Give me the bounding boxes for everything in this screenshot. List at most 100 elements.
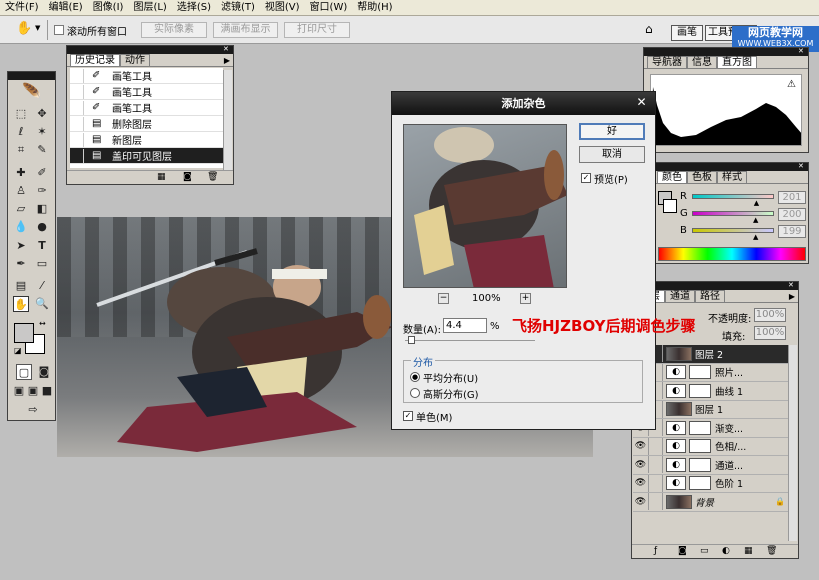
history-brush-source-box[interactable] — [70, 100, 84, 115]
color-spectrum-bar[interactable] — [658, 247, 806, 261]
history-item[interactable]: ✐ 画笔工具 — [70, 84, 223, 100]
brush-tool-icon[interactable]: ✐ — [34, 165, 50, 181]
history-item[interactable]: ▤ 删除图层 — [70, 116, 223, 132]
color-channel-slider[interactable] — [692, 211, 774, 216]
visibility-eye-icon[interactable]: 👁 — [633, 478, 648, 488]
history-item[interactable]: ▤ 盖印可见图层 — [70, 148, 223, 164]
uniform-radio[interactable]: ● — [410, 372, 420, 382]
type-tool-icon[interactable]: T — [34, 238, 50, 254]
panel-close-icon[interactable]: ✕ — [798, 163, 805, 170]
delete-layer-icon[interactable]: 🗑 — [766, 546, 777, 556]
visibility-eye-icon[interactable]: 👁 — [633, 460, 648, 470]
quick-mask-mode-icon[interactable]: ◙ — [36, 364, 52, 380]
new-group-icon[interactable]: ▭ — [700, 546, 709, 556]
layer-link-box[interactable] — [648, 456, 663, 474]
color-slider-thumb[interactable]: ▲ — [754, 199, 759, 207]
ok-button[interactable]: 好 — [579, 123, 645, 140]
history-scrollbar[interactable] — [223, 70, 232, 170]
tab-history[interactable]: 历史记录 — [70, 54, 120, 66]
layer-link-box[interactable] — [648, 474, 663, 492]
zoom-out-button[interactable]: − — [438, 293, 449, 304]
history-brush-source-box[interactable] — [70, 132, 84, 147]
tab-swatches[interactable]: 色板 — [687, 171, 717, 183]
shape-tool-icon[interactable]: ▭ — [34, 256, 50, 272]
layer-mask-thumbnail[interactable] — [689, 420, 711, 435]
amount-input[interactable]: 4.4 — [443, 318, 487, 333]
fit-screen-button[interactable]: 满画布显示 — [213, 22, 278, 38]
add-layer-style-icon[interactable]: ƒ — [654, 546, 657, 556]
layer-row[interactable]: 👁◐照片... — [633, 363, 789, 382]
amount-slider-track[interactable] — [405, 340, 535, 341]
notes-tool-icon[interactable]: ▤ — [13, 278, 29, 294]
color-channel-slider[interactable] — [692, 194, 774, 199]
layer-row[interactable]: 图层 2 — [633, 345, 789, 364]
menu-item-4[interactable]: 选择(S) — [172, 0, 216, 16]
layer-mask-thumbnail[interactable] — [689, 457, 711, 472]
add-mask-icon[interactable]: ◙ — [678, 546, 687, 556]
tab-actions[interactable]: 动作 — [120, 54, 150, 66]
panel-close-icon[interactable]: ✕ — [788, 282, 795, 289]
layer-mask-thumbnail[interactable] — [689, 439, 711, 454]
history-item[interactable]: ▤ 新图层 — [70, 132, 223, 148]
histogram-titlebar[interactable]: ✕ — [644, 48, 808, 56]
tab-histogram[interactable]: 直方图 — [717, 56, 757, 68]
color-titlebar[interactable]: ✕ — [654, 163, 808, 171]
tab-channels[interactable]: 通道 — [665, 290, 695, 302]
standard-mode-icon[interactable]: ▢ — [16, 364, 32, 380]
layer-link-box[interactable] — [648, 493, 663, 511]
history-brush-source-box[interactable] — [70, 84, 84, 99]
fill-input[interactable]: 100% — [754, 326, 786, 340]
visibility-eye-icon[interactable]: 👁 — [633, 497, 648, 507]
scroll-all-checkbox[interactable] — [54, 25, 64, 35]
new-snapshot-icon[interactable]: ◙ — [183, 172, 192, 182]
dock-tab-brushes[interactable]: 画笔 — [671, 25, 703, 41]
color-channel-value[interactable]: 201 — [778, 191, 806, 204]
color-channel-value[interactable]: 200 — [778, 208, 806, 221]
healing-brush-tool-icon[interactable]: ✚ — [13, 165, 29, 181]
amount-slider-thumb[interactable] — [407, 336, 415, 344]
dialog-preview-image[interactable] — [403, 124, 567, 288]
layer-row[interactable]: 👁◐渐变... — [633, 419, 789, 438]
toolbox-titlebar[interactable] — [8, 72, 55, 80]
menu-item-6[interactable]: 视图(V) — [260, 0, 305, 16]
history-brush-source-box[interactable] — [70, 148, 84, 163]
color-bg-swatch[interactable] — [663, 199, 677, 213]
history-brush-tool-icon[interactable]: ✑ — [34, 183, 50, 199]
hand-tool-icon[interactable]: ✋ — [13, 296, 29, 312]
layer-row[interactable]: 👁 ◐ 通道... — [633, 456, 789, 475]
tab-paths[interactable]: 路径 — [695, 290, 725, 302]
layer-mask-thumbnail[interactable] — [689, 383, 711, 398]
layer-row[interactable]: 👁 背景 🔒 — [633, 493, 789, 512]
foreground-color-swatch[interactable] — [14, 323, 34, 343]
color-slider-thumb[interactable]: ▲ — [753, 216, 758, 224]
dialog-titlebar[interactable]: 添加杂色 ✕ — [392, 92, 655, 115]
new-document-from-state-icon[interactable]: ▦ — [157, 172, 166, 182]
layer-row[interactable]: 👁图层 1 — [633, 400, 789, 419]
history-item[interactable]: ✐ 画笔工具 — [70, 68, 223, 84]
palette-well-icon[interactable]: ⌂ — [645, 21, 661, 37]
layers-scrollbar[interactable] — [788, 345, 797, 541]
screen-mode-full-icon[interactable]: ■ — [39, 383, 55, 399]
slice-tool-icon[interactable]: ✎ — [34, 142, 50, 158]
default-colors-icon[interactable]: ◪ — [14, 346, 22, 355]
tab-color[interactable]: 颜色 — [657, 171, 687, 183]
swap-colors-icon[interactable]: ↔ — [39, 319, 46, 328]
menu-item-7[interactable]: 窗口(W) — [305, 0, 353, 16]
menu-item-8[interactable]: 帮助(H) — [352, 0, 397, 16]
color-slider-thumb[interactable]: ▲ — [753, 233, 758, 241]
history-brush-source-box[interactable] — [70, 68, 84, 83]
menu-item-0[interactable]: 文件(F) — [0, 0, 44, 16]
zoom-tool-icon[interactable]: 🔍 — [34, 296, 50, 312]
lasso-tool-icon[interactable]: ℓ — [13, 124, 29, 140]
jump-to-imageready-icon[interactable]: ⇨ — [23, 402, 43, 418]
eyedropper-tool-icon[interactable]: ⁄ — [34, 278, 50, 294]
layers-titlebar[interactable]: ✕ — [632, 282, 798, 290]
new-adjustment-layer-icon[interactable]: ◐ — [722, 546, 730, 556]
layer-link-box[interactable] — [648, 437, 663, 455]
layer-row[interactable]: 👁 ◐ 色相/... — [633, 437, 789, 456]
print-size-button[interactable]: 打印尺寸 — [284, 22, 350, 38]
blur-tool-icon[interactable]: 💧 — [13, 219, 29, 235]
clone-stamp-tool-icon[interactable]: ♙ — [13, 183, 29, 199]
dodge-tool-icon[interactable]: ● — [34, 219, 50, 235]
mono-checkbox[interactable]: ✓ — [403, 411, 413, 421]
